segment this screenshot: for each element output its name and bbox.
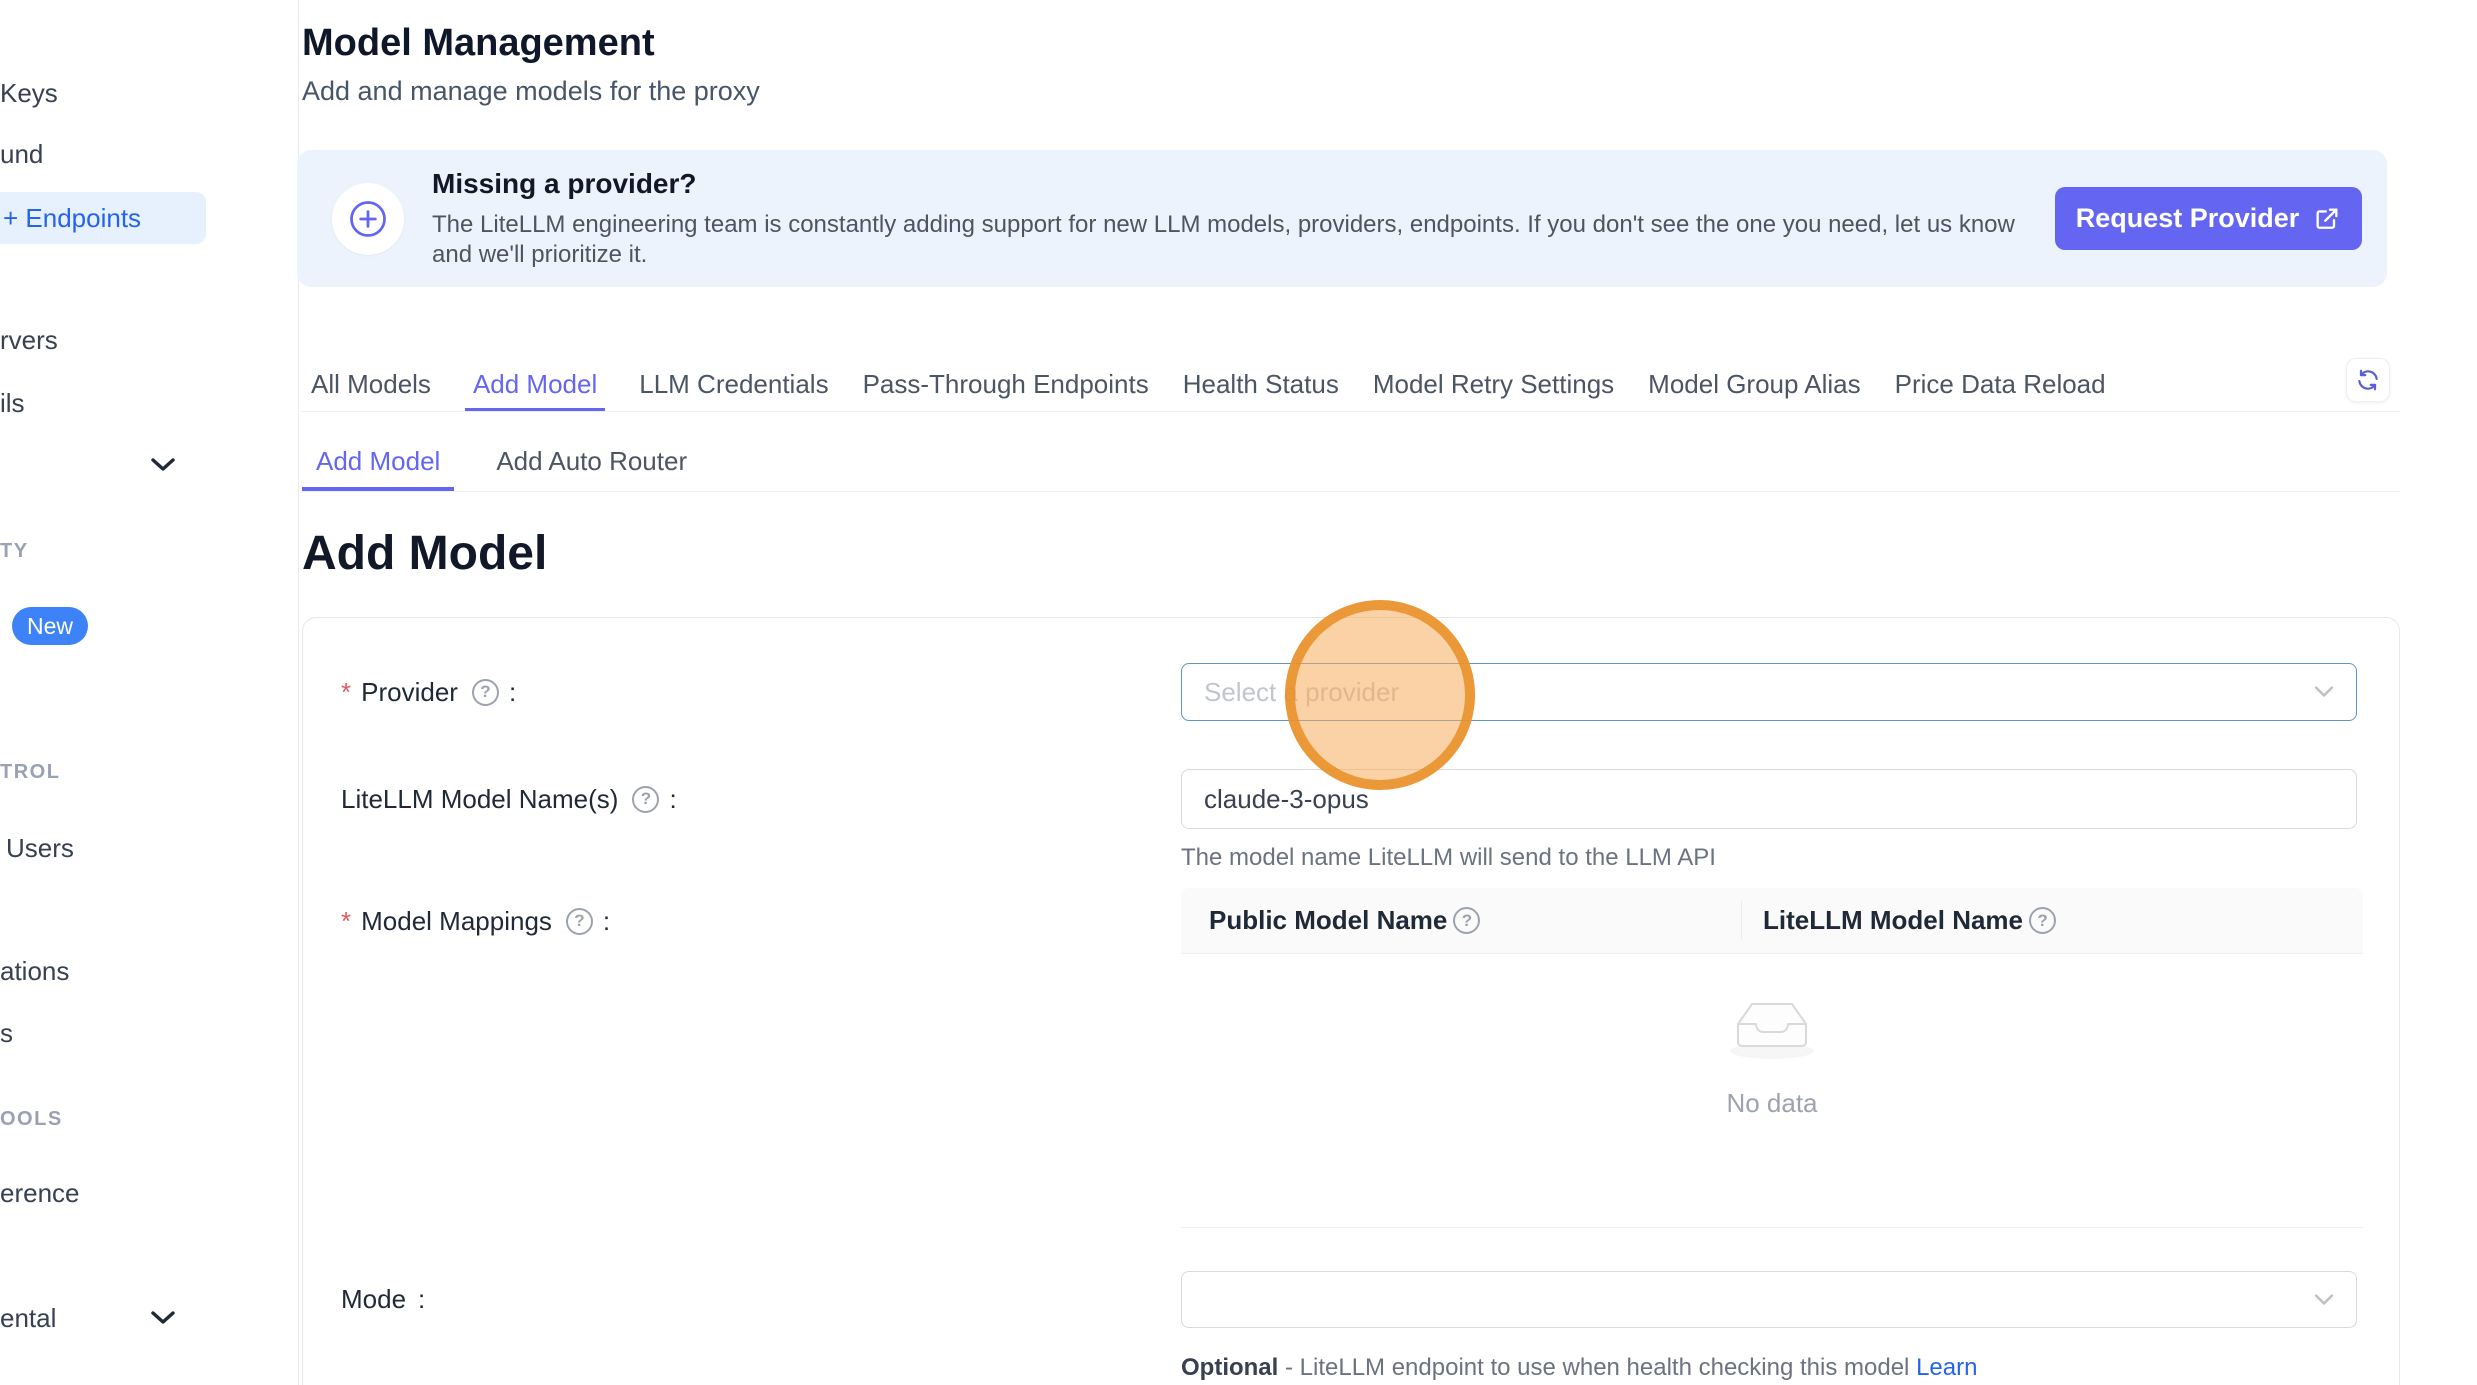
- page-title: Model Management: [302, 22, 655, 65]
- page-subtitle: Add and manage models for the proxy: [302, 76, 760, 107]
- tab-model-retry-settings[interactable]: Model Retry Settings: [1373, 358, 1614, 411]
- refresh-icon: [2355, 367, 2381, 393]
- request-provider-label: Request Provider: [2076, 203, 2300, 234]
- sidebar: Keys und + Endpoints rvers ils TY New TR…: [0, 0, 299, 1385]
- no-data-text: No data: [1726, 1088, 1817, 1119]
- mappings-header-row: Public Model Name ? LiteLLM Model Name ?: [1181, 888, 2363, 954]
- column-divider: [1741, 901, 1742, 940]
- sidebar-item-users[interactable]: Users: [6, 833, 74, 864]
- model-tabs: All Models Add Model LLM Credentials Pas…: [302, 358, 2400, 412]
- provider-select[interactable]: Select a provider: [1181, 663, 2357, 721]
- question-circle-icon[interactable]: ?: [2029, 907, 2056, 934]
- add-model-heading: Add Model: [302, 526, 547, 581]
- mode-select[interactable]: [1181, 1271, 2357, 1328]
- banner-title: Missing a provider?: [432, 168, 2032, 200]
- model-name-label: LiteLLM Model Name(s) ? :: [341, 769, 677, 829]
- new-badge[interactable]: New: [12, 607, 88, 645]
- required-marker: *: [341, 677, 351, 708]
- empty-inbox-icon: [1724, 990, 1820, 1062]
- model-mappings-table: Public Model Name ? LiteLLM Model Name ?…: [1181, 888, 2363, 1228]
- sidebar-item-label: + Endpoints: [3, 203, 141, 234]
- sidebar-item-teams[interactable]: s: [0, 1018, 13, 1049]
- request-provider-button[interactable]: Request Provider: [2055, 187, 2362, 250]
- question-circle-icon[interactable]: ?: [472, 679, 499, 706]
- tab-price-data-reload[interactable]: Price Data Reload: [1895, 358, 2106, 411]
- sidebar-item-endpoints-active[interactable]: + Endpoints: [0, 192, 206, 244]
- model-name-input[interactable]: [1181, 769, 2357, 829]
- banner-body: The LiteLLM engineering team is constant…: [432, 210, 2032, 270]
- sidebar-section-access-control: TROL: [0, 761, 60, 784]
- sidebar-item-organizations[interactable]: ations: [0, 956, 69, 987]
- question-circle-icon[interactable]: ?: [632, 786, 659, 813]
- provider-placeholder: Select a provider: [1204, 677, 1399, 708]
- question-circle-icon[interactable]: ?: [1453, 907, 1480, 934]
- page: Keys und + Endpoints rvers ils TY New TR…: [0, 0, 2477, 1385]
- subtab-add-model[interactable]: Add Model: [302, 432, 454, 491]
- question-circle-icon[interactable]: ?: [566, 908, 593, 935]
- refresh-button[interactable]: [2346, 358, 2390, 402]
- required-marker: *: [341, 906, 351, 937]
- chevron-down-icon[interactable]: [150, 1309, 176, 1327]
- model-name-helper: The model name LiteLLM will send to the …: [1181, 844, 1716, 872]
- mappings-empty-state: No data: [1181, 954, 2363, 1228]
- provider-label: * Provider ? :: [341, 663, 516, 721]
- sidebar-item-playground[interactable]: und: [0, 139, 43, 170]
- model-mappings-label: * Model Mappings ? :: [341, 888, 610, 954]
- add-model-subtabs: Add Model Add Auto Router: [302, 432, 2400, 492]
- sidebar-item-keys[interactable]: Keys: [0, 78, 58, 109]
- sidebar-section-tools: OOLS: [0, 1108, 63, 1131]
- mode-helper: Optional - LiteLLM endpoint to use when …: [1181, 1354, 1977, 1382]
- tab-pass-through-endpoints[interactable]: Pass-Through Endpoints: [863, 358, 1149, 411]
- chevron-down-icon: [2314, 1293, 2334, 1306]
- tab-health-status[interactable]: Health Status: [1183, 358, 1339, 411]
- sidebar-item-guardrails[interactable]: ils: [0, 388, 25, 419]
- sidebar-section-security: TY: [0, 540, 29, 563]
- plus-circle-icon: [332, 183, 404, 255]
- external-link-icon: [2313, 205, 2341, 233]
- missing-provider-banner: Missing a provider? The LiteLLM engineer…: [297, 150, 2387, 287]
- tab-llm-credentials[interactable]: LLM Credentials: [639, 358, 828, 411]
- tab-add-model[interactable]: Add Model: [465, 358, 605, 411]
- mode-label: Mode :: [341, 1271, 425, 1328]
- learn-link[interactable]: Learn: [1916, 1354, 1977, 1381]
- sidebar-item-servers[interactable]: rvers: [0, 325, 58, 356]
- tab-model-group-alias[interactable]: Model Group Alias: [1648, 358, 1860, 411]
- sidebar-item-inference[interactable]: erence: [0, 1178, 80, 1209]
- sidebar-item-experimental[interactable]: ental: [0, 1303, 56, 1334]
- mappings-col-public: Public Model Name ?: [1181, 888, 1742, 953]
- chevron-down-icon: [2314, 686, 2334, 699]
- add-model-form-card: * Provider ? : Select a provider LiteLLM…: [302, 617, 2400, 1385]
- mappings-col-litellm: LiteLLM Model Name ?: [1742, 905, 2058, 936]
- tab-all-models[interactable]: All Models: [311, 358, 431, 411]
- subtab-add-auto-router[interactable]: Add Auto Router: [496, 432, 687, 491]
- chevron-down-icon[interactable]: [150, 456, 176, 474]
